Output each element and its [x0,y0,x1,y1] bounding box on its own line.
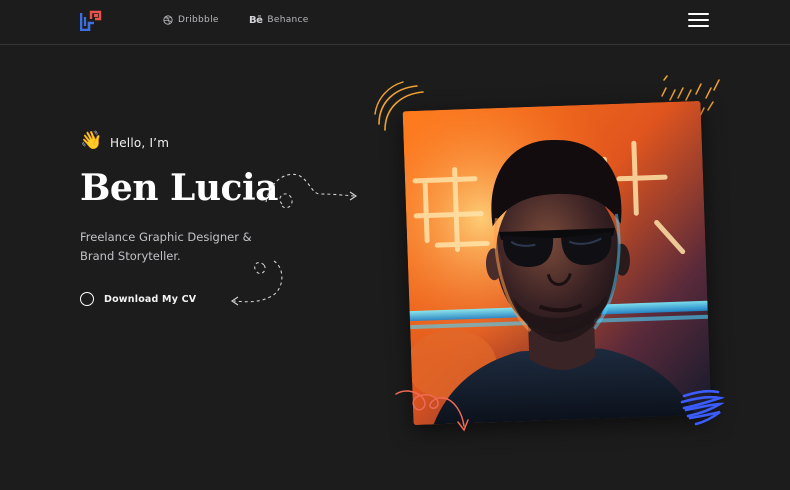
brand-logo[interactable] [80,9,102,31]
dashed-arrow-doodle-2 [230,260,283,306]
menu-bar-middle [688,19,709,21]
portrait-photo [402,100,712,426]
nav-behance-label: Behance [267,15,309,25]
hero-portrait [402,100,712,426]
menu-bar-bottom [688,25,709,27]
download-cv-button[interactable]: Download My CV [80,292,196,306]
behance-icon: Bē [249,14,263,26]
coral-scribble-doodle [395,390,469,432]
greeting: 👋 Hello, I’m [80,131,169,151]
greeting-text: Hello, I’m [110,136,170,150]
dribbble-icon [163,15,173,25]
nav-dribbble-label: Dribbble [178,15,219,25]
nav-behance-link[interactable]: Bē Behance [249,13,309,27]
page: Dribbble Bē Behance 👋 Hello, I’m Ben Luc… [0,0,790,490]
hamburger-menu-icon[interactable] [688,11,710,29]
circle-icon [80,292,94,306]
hero-name: Ben Lucia [80,167,278,209]
top-navbar: Dribbble Bē Behance [0,0,790,45]
download-cv-label: Download My CV [104,293,197,305]
waving-hand-icon: 👋 [80,130,103,151]
dashed-arrow-doodle [265,173,358,209]
blue-scribble-doodle [680,389,726,426]
nav-dribbble-link[interactable]: Dribbble [163,13,219,27]
menu-bar-top [688,13,709,15]
